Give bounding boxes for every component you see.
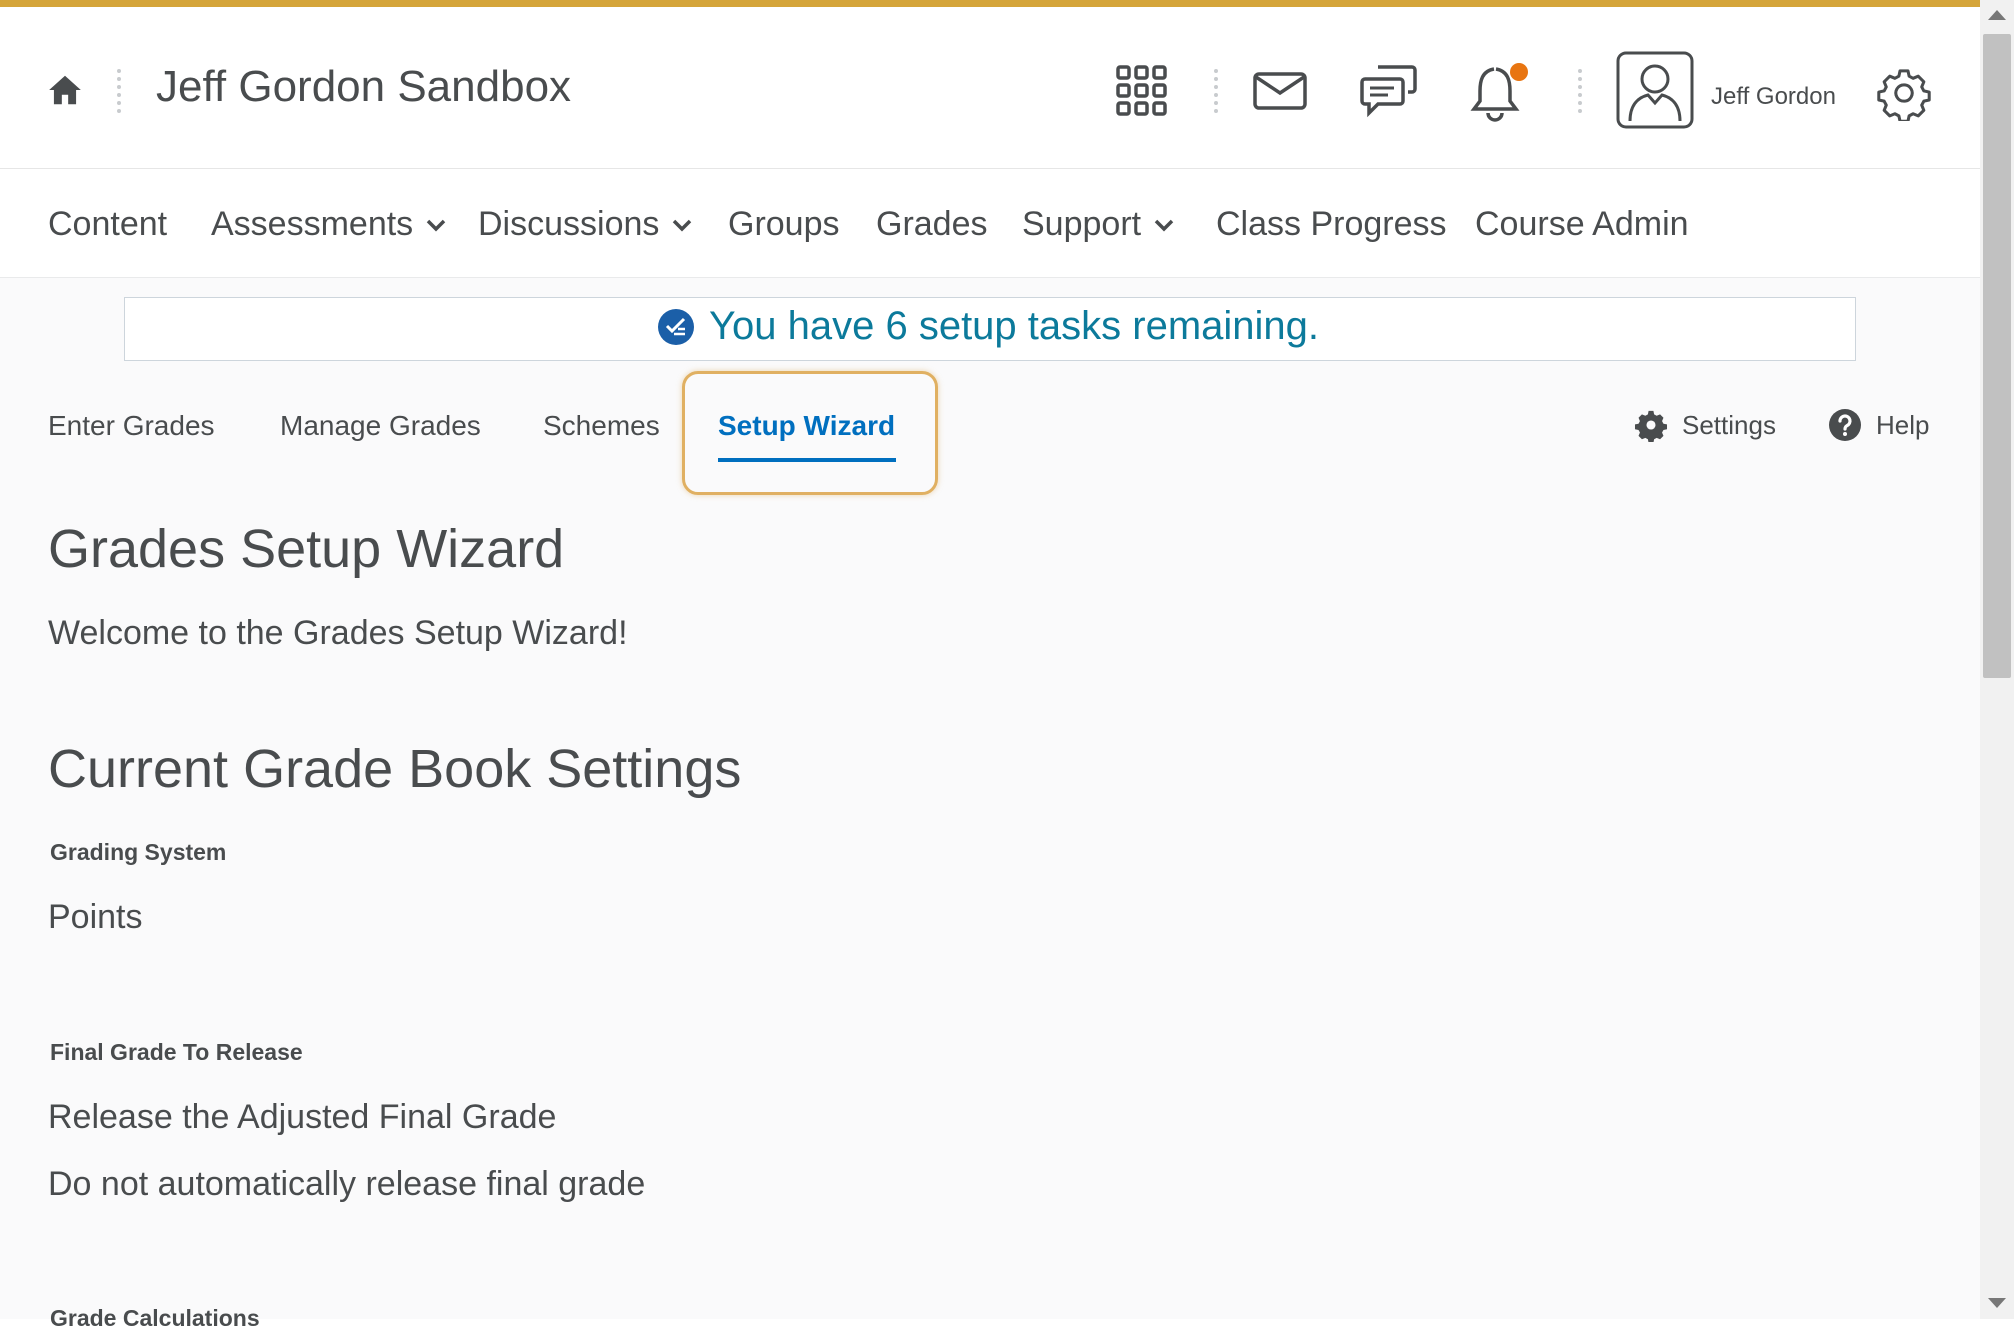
nav-support[interactable]: Support (1022, 205, 1175, 244)
scroll-up-arrow[interactable] (1988, 10, 2006, 20)
notification-dot (1510, 63, 1528, 81)
focus-highlight (682, 371, 938, 495)
gear-icon[interactable] (1876, 65, 1932, 121)
nav-grades[interactable]: Grades (876, 205, 988, 244)
tab-schemes[interactable]: Schemes (543, 410, 660, 442)
bell-icon[interactable] (1468, 61, 1528, 123)
course-navbar: Content Assessments Discussions Groups G… (0, 169, 1980, 278)
user-name[interactable]: Jeff Gordon (1711, 83, 1836, 111)
nav-class-progress[interactable]: Class Progress (1216, 205, 1447, 244)
nav-assessments[interactable]: Assessments (211, 205, 447, 244)
chevron-down-icon (426, 219, 446, 231)
nav-discussions[interactable]: Discussions (478, 205, 693, 244)
checklist-icon (658, 308, 694, 345)
auto-release-value: Do not automatically release final grade (48, 1165, 646, 1203)
mail-icon[interactable] (1252, 71, 1308, 111)
header: Jeff Gordon Sandbox Jeff Gordon (0, 7, 1980, 169)
nav-course-admin[interactable]: Course Admin (1475, 205, 1689, 244)
page-title: Grades Setup Wizard (48, 519, 565, 579)
header-divider (1214, 69, 1218, 113)
scroll-down-arrow[interactable] (1988, 1298, 2006, 1308)
banner-text: You have 6 setup tasks remaining. (709, 304, 1320, 348)
grading-system-label: Grading System (50, 839, 227, 865)
main-content: You have 6 setup tasks remaining. Enter … (0, 278, 1980, 1331)
settings-link[interactable]: Settings (1634, 408, 1776, 442)
tab-enter-grades[interactable]: Enter Grades (48, 410, 215, 442)
grading-system-value: Points (48, 898, 143, 936)
final-grade-label: Final Grade To Release (50, 1039, 303, 1065)
avatar-icon[interactable] (1616, 51, 1694, 129)
waffle-icon[interactable] (1114, 63, 1170, 119)
section-title: Current Grade Book Settings (48, 739, 742, 799)
header-divider (1578, 69, 1582, 113)
accent-bar (0, 0, 1980, 7)
nav-groups[interactable]: Groups (728, 205, 840, 244)
final-grade-value: Release the Adjusted Final Grade (48, 1098, 557, 1136)
help-icon (1829, 409, 1861, 441)
scrollbar-thumb[interactable] (1983, 34, 2011, 678)
tab-manage-grades[interactable]: Manage Grades (280, 410, 481, 442)
setup-tasks-banner[interactable]: You have 6 setup tasks remaining. (124, 297, 1856, 361)
header-divider (117, 69, 121, 113)
chevron-down-icon (673, 219, 692, 231)
nav-content[interactable]: Content (48, 205, 167, 244)
site-title[interactable]: Jeff Gordon Sandbox (156, 65, 571, 109)
chevron-down-icon (1154, 219, 1174, 231)
welcome-text: Welcome to the Grades Setup Wizard! (48, 614, 628, 652)
gear-icon (1634, 410, 1668, 442)
help-link[interactable]: Help (1828, 408, 1929, 442)
home-icon[interactable] (46, 71, 84, 109)
chat-icon[interactable] (1360, 61, 1418, 119)
